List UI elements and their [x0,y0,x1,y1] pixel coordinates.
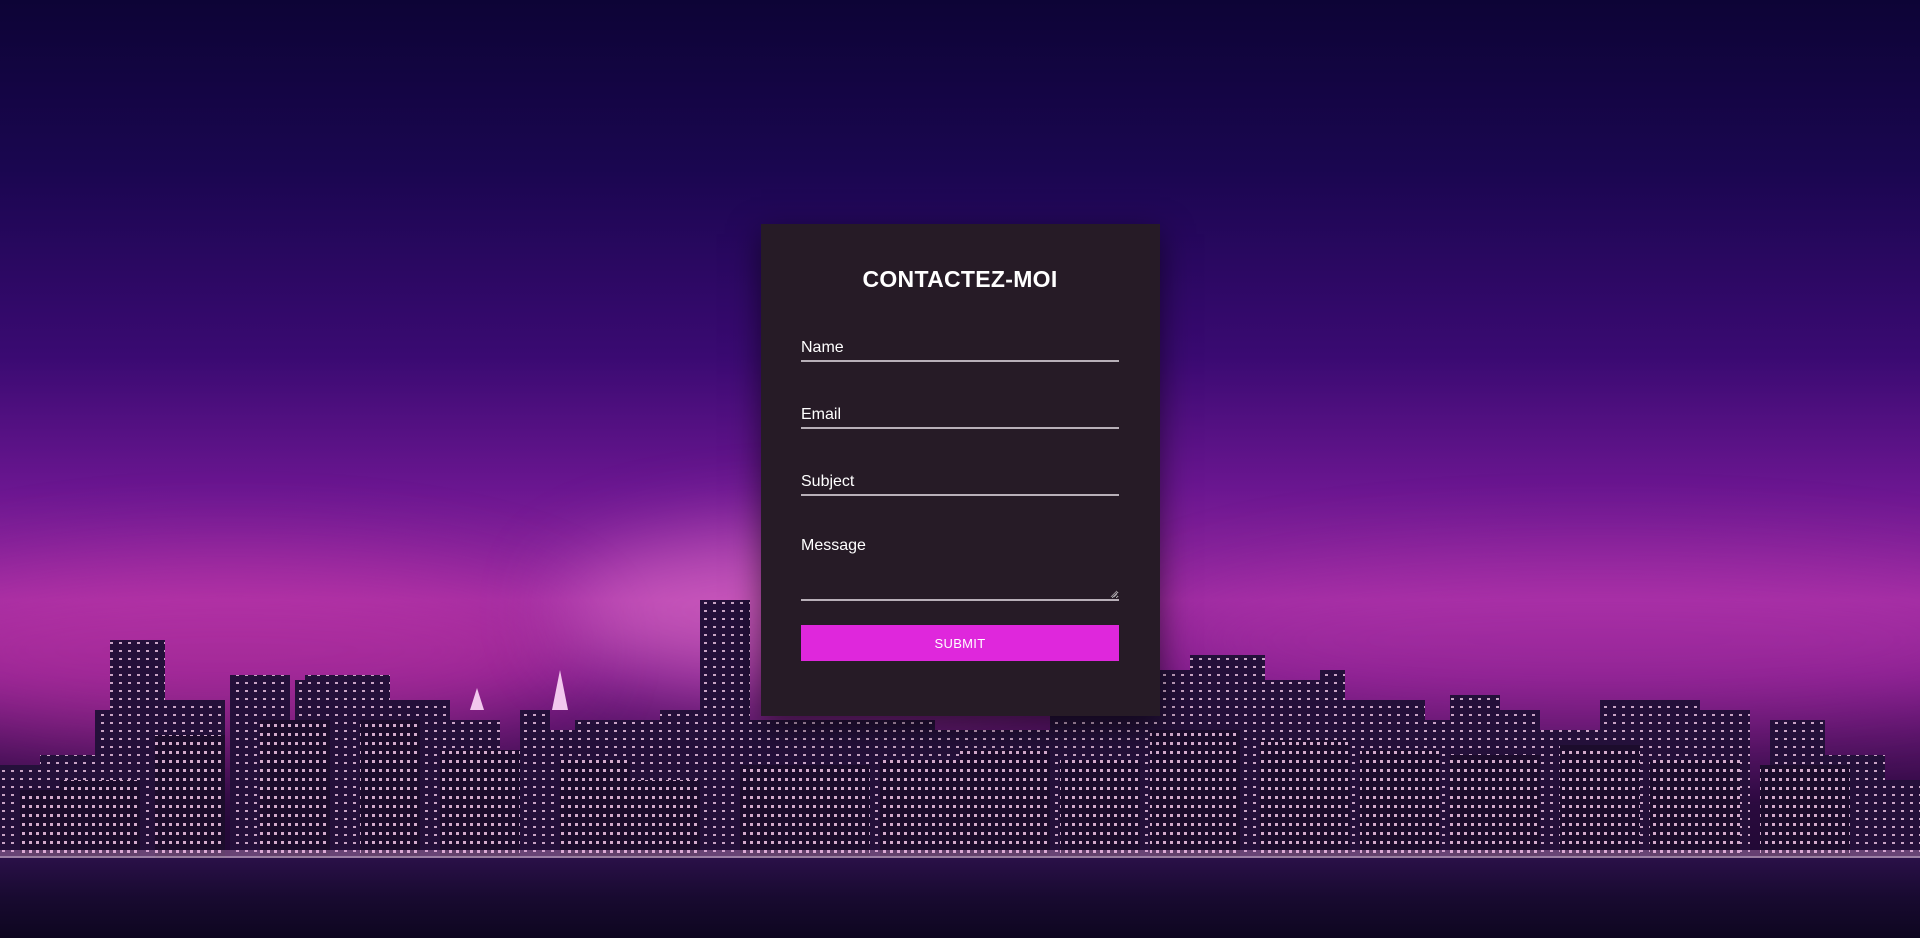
message-textarea[interactable] [801,533,1119,601]
message-field-wrapper [801,533,1119,601]
email-field-wrapper [801,403,1119,429]
name-field-wrapper [801,336,1119,362]
resize-grip-icon[interactable] [1110,590,1118,598]
page-background: CONTACTEZ-MOI SUBMIT [0,0,1920,938]
contact-form: SUBMIT [801,336,1119,661]
contact-form-card: CONTACTEZ-MOI SUBMIT [761,224,1160,716]
form-title: CONTACTEZ-MOI [862,266,1058,292]
water-reflection [0,858,1920,938]
name-input[interactable] [801,336,1119,362]
subject-field-wrapper [801,470,1119,496]
submit-button[interactable]: SUBMIT [801,625,1119,661]
email-input[interactable] [801,403,1119,429]
subject-input[interactable] [801,470,1119,496]
